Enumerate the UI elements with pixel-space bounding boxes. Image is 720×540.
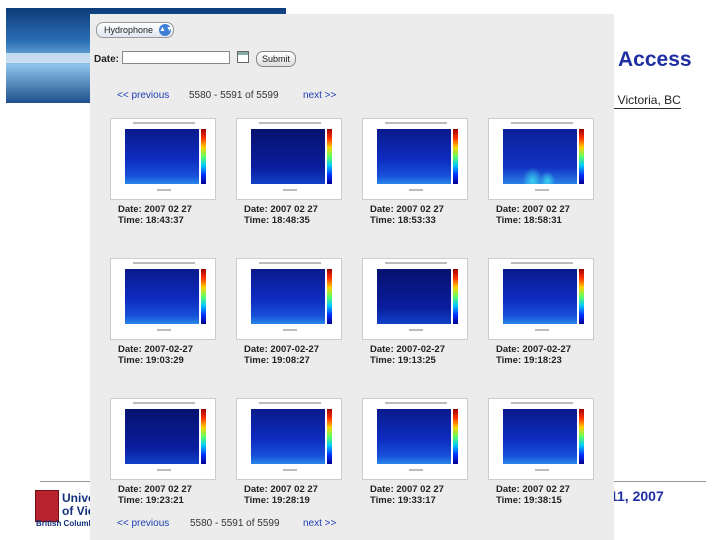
instrument-select-value: Hydrophone [104,25,154,35]
thumbnail-time: Time: 19:18:23 [496,355,562,366]
thumbnail-date: Date: 2007 02 27 [118,204,192,215]
spectrogram-thumbnail[interactable] [488,118,594,200]
submit-button[interactable]: Submit [256,51,296,67]
spectrogram-thumbnail[interactable] [362,258,468,340]
thumbnail-cell[interactable]: Date: 2007 02 27 Time: 18:58:31 [488,118,613,258]
thumbnail-time: Time: 19:13:25 [370,355,436,366]
spectrogram-thumbnail[interactable] [236,258,342,340]
next-link[interactable]: next >> [303,518,336,529]
thumbnail-date: Date: 2007-02-27 [244,344,319,355]
page-range: 5580 - 5591 of 5599 [190,518,280,529]
next-link[interactable]: next >> [303,90,336,101]
spectrogram-thumbnail[interactable] [362,398,468,480]
spectrogram-thumbnail[interactable] [110,258,216,340]
thumbnail-date: Date: 2007-02-27 [496,344,571,355]
thumbnail-cell[interactable]: Date: 2007-02-27 Time: 19:08:27 [236,258,361,398]
spectrogram-thumbnail[interactable] [236,118,342,200]
previous-link[interactable]: << previous [117,90,169,101]
date-input[interactable] [122,51,230,64]
spectrogram-thumbnail[interactable] [488,258,594,340]
dropdown-arrow-icon: ▲▼ [159,24,173,36]
spectrogram-thumbnail[interactable] [488,398,594,480]
date-label: Date: [94,54,120,65]
thumbnail-time: Time: 18:43:37 [118,215,184,226]
previous-link[interactable]: << previous [117,518,169,529]
thumbnail-time: Time: 18:58:31 [496,215,562,226]
thumbnail-cell[interactable]: Date: 2007-02-27 Time: 19:13:25 [362,258,487,398]
calendar-icon[interactable] [237,51,249,63]
slide-subtitle: , Victoria, BC [611,93,681,109]
thumbnail-cell[interactable]: Date: 2007 02 27 Time: 18:43:37 [110,118,235,258]
thumbnail-cell[interactable]: Date: 2007 02 27 Time: 19:23:21 [110,398,235,538]
thumbnail-date: Date: 2007 02 27 [118,484,192,495]
thumbnail-date: Date: 2007 02 27 [370,204,444,215]
thumbnail-time: Time: 18:48:35 [244,215,310,226]
thumbnail-date: Date: 2007-02-27 [118,344,193,355]
slide-date: 11, 2007 [610,488,664,504]
thumbnail-time: Time: 19:03:29 [118,355,184,366]
spectrogram-thumbnail[interactable] [110,398,216,480]
spectrogram-thumbnail[interactable] [236,398,342,480]
thumbnail-time: Time: 18:53:33 [370,215,436,226]
thumbnail-date: Date: 2007 02 27 [496,484,570,495]
thumbnail-cell[interactable]: Date: 2007 02 27 Time: 19:38:15 [488,398,613,538]
thumbnail-date: Date: 2007-02-27 [370,344,445,355]
spectrogram-thumbnail[interactable] [362,118,468,200]
thumbnail-date: Date: 2007 02 27 [244,484,318,495]
thumbnail-time: Time: 19:33:17 [370,495,436,506]
university-crest-icon [35,490,59,522]
thumbnail-time: Time: 19:08:27 [244,355,310,366]
thumbnail-date: Date: 2007 02 27 [244,204,318,215]
spectrogram-thumbnail[interactable] [110,118,216,200]
instrument-select[interactable]: Hydrophone ▲▼ [96,22,175,38]
thumbnail-cell[interactable]: Date: 2007-02-27 Time: 19:03:29 [110,258,235,398]
thumbnail-cell[interactable]: Date: 2007-02-27 Time: 19:18:23 [488,258,613,398]
thumbnail-cell[interactable]: Date: 2007 02 27 Time: 19:33:17 [362,398,487,538]
thumbnail-date: Date: 2007 02 27 [370,484,444,495]
page-range: 5580 - 5591 of 5599 [189,90,279,101]
thumbnail-cell[interactable]: Date: 2007 02 27 Time: 18:48:35 [236,118,361,258]
thumbnail-time: Time: 19:28:19 [244,495,310,506]
thumbnail-cell[interactable]: Date: 2007 02 27 Time: 18:53:33 [362,118,487,258]
slide-title: Access [618,48,692,71]
thumbnail-time: Time: 19:38:15 [496,495,562,506]
thumbnail-time: Time: 19:23:21 [118,495,184,506]
thumbnail-date: Date: 2007 02 27 [496,204,570,215]
spectrogram-browser-panel: Hydrophone ▲▼ Date: Submit << previous 5… [90,14,614,540]
thumbnail-cell[interactable]: Date: 2007 02 27 Time: 19:28:19 [236,398,361,538]
